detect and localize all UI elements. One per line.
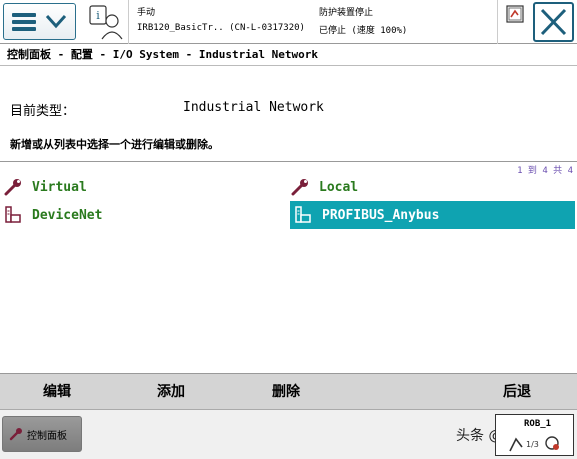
status-panel[interactable]: 手动 IRB120_BasicTr.. (CN-L-0317320) 防护装置停… — [128, 0, 498, 44]
instruction-text: 新增或从列表中选择一个进行编辑或删除。 — [10, 138, 219, 151]
robot-arm-icon: 1/3 — [509, 436, 559, 452]
list-item-label: PROFIBUS_Anybus — [322, 207, 440, 223]
robot-name: IRB120_BasicTr.. (CN-L-0317320) — [137, 23, 305, 33]
network-device-icon — [295, 206, 311, 223]
list-item-local[interactable]: Local — [287, 173, 575, 201]
network-list: 1 到 4 共 4 Virtual Local DeviceNet PROFIB… — [0, 161, 577, 374]
edit-button[interactable]: 编辑 — [43, 374, 71, 410]
task-button-label: 控制面板 — [27, 430, 67, 442]
wrench-icon — [291, 179, 308, 196]
chevron-down-icon — [45, 14, 67, 29]
quickset-icon[interactable] — [506, 5, 524, 23]
network-device-icon — [5, 206, 21, 223]
close-icon — [540, 8, 567, 36]
run-state: 已停止 (速度 100%) — [319, 26, 408, 36]
list-item-label: Local — [319, 179, 359, 195]
operator-info-icon[interactable]: i — [86, 3, 126, 41]
quickset-rob-button[interactable]: ROB_1 1/3 — [495, 414, 574, 456]
top-bar: i 手动 IRB120_BasicTr.. (CN-L-0317320) 防护装… — [0, 0, 577, 44]
svg-text:1/3: 1/3 — [526, 440, 539, 449]
current-type-label: 目前类型： — [10, 104, 76, 119]
close-button[interactable] — [533, 2, 574, 42]
list-item-profibus-anybus[interactable]: PROFIBUS_Anybus — [290, 201, 575, 229]
guard-status: 防护装置停止 — [319, 8, 374, 18]
rob-label: ROB_1 — [524, 419, 552, 429]
current-type-value: Industrial Network — [183, 100, 324, 115]
abb-menu-button[interactable] — [3, 3, 76, 40]
control-panel-task-button[interactable]: 控制面板 — [2, 416, 82, 452]
hamburger-icon — [12, 13, 36, 31]
list-item-devicenet[interactable]: DeviceNet — [0, 201, 285, 229]
delete-button[interactable]: 删除 — [272, 374, 300, 410]
add-button[interactable]: 添加 — [157, 374, 185, 410]
mode-status: 手动 — [137, 8, 156, 18]
list-item-label: DeviceNet — [32, 207, 103, 223]
back-button[interactable]: 后退 — [503, 374, 531, 410]
wrench-icon — [4, 179, 21, 196]
command-bar: 编辑 添加 删除 后退 — [0, 374, 577, 410]
breadcrumb: 控制面板 - 配置 - I/O System - Industrial Netw… — [0, 44, 577, 66]
svg-text:i: i — [96, 9, 100, 22]
list-item-virtual[interactable]: Virtual — [0, 173, 285, 201]
list-item-label: Virtual — [32, 179, 87, 195]
wrench-icon — [9, 428, 22, 441]
